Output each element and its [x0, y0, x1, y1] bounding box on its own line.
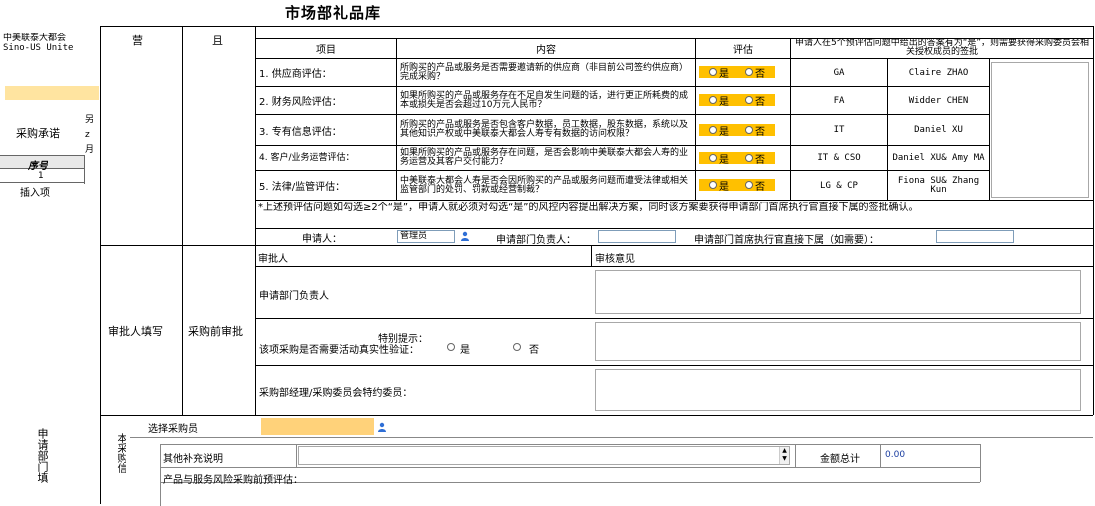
risk-label: 产品与服务风险采购前预评估： — [163, 475, 303, 486]
opinion-head: 审核意见 — [595, 254, 635, 265]
eval-radio-1[interactable]: 是 否 — [699, 66, 775, 80]
item-5: 5. 法律/监管评估： — [259, 182, 346, 193]
content-1: 所购买的产品或服务是否需要邀请新的供应商（非目前公司签约供应商）完成采购？ — [400, 62, 689, 82]
name-2: Widder CHEN — [908, 95, 969, 106]
content-5: 中美联泰大都会人寿是否会因所购买的产品或服务问题而遭受法律或相关监管部门的处罚、… — [400, 175, 689, 195]
tip-question: 该项采购是否需要活动真实性验证： — [259, 345, 419, 356]
name-3: Daniel XU — [914, 125, 963, 135]
left-yellow-field[interactable] — [5, 86, 99, 100]
dept-head-label: 申请部门负责人： — [496, 235, 576, 246]
ceo-report-label: 申请部门首席执行官直接下属（如需要）： — [694, 235, 879, 246]
name-1: Claire ZHAO — [908, 67, 969, 78]
approval-left-label: 审批人填写 — [108, 325, 163, 338]
radio-yes-1[interactable] — [709, 68, 717, 76]
eval-radio-5[interactable]: 是 否 — [699, 179, 775, 193]
col-header-note: 申请人在5个预评估问题中给出的答案有为“是”，则需要获得采购委员会相关授权成员的… — [794, 38, 1090, 57]
side-char-1: 另 — [85, 115, 95, 125]
company-name-cn: 中美联泰大都会 — [3, 33, 67, 43]
item-2: 2. 财务风险评估： — [259, 97, 342, 108]
opinion-dept-head[interactable] — [595, 270, 1081, 314]
radio-yes-2[interactable] — [709, 96, 717, 104]
item-4: 4. 客户/业务运营评估： — [259, 153, 355, 163]
other-textarea[interactable]: ▲ ▼ — [298, 446, 790, 465]
section-label-purchase: 采购承诺 — [16, 127, 60, 140]
tip-yes-label: 是 — [460, 345, 470, 356]
col-header-eval: 评估 — [733, 45, 753, 56]
radio-yes-4[interactable] — [709, 154, 717, 162]
radio-yes-5[interactable] — [709, 181, 717, 189]
bottom-side-label-2: 本采购信 — [115, 433, 126, 473]
content-3: 所购买的产品或服务是否包含客户数据，员工数据，股东数据，系统以及其他知识产权或中… — [400, 120, 689, 139]
approval-row-purchase-mgr: 采购部经理/采购委员会特约委员： — [259, 388, 413, 399]
dept-2: FA — [833, 95, 845, 106]
buyer-label: 选择采购员 — [148, 424, 198, 435]
total-label: 金额总计 — [820, 454, 860, 465]
item-1: 1. 供应商评估： — [259, 69, 332, 80]
approval-row-dept-head: 申请部门负责人 — [259, 291, 329, 302]
dept-4: IT & CSO — [817, 153, 861, 163]
name-4: Daniel XU& Amy MA — [892, 152, 985, 163]
tip-radio-yes[interactable] — [447, 343, 455, 351]
side-char-2: z — [85, 130, 90, 140]
total-value: 0.00 — [885, 450, 906, 460]
radio-yes-3[interactable] — [709, 126, 717, 134]
opinion-purchase-mgr[interactable] — [595, 369, 1081, 411]
radio-no-1[interactable] — [745, 68, 753, 76]
content-4: 如果所购买的产品或服务存在问题，是否会影响中美联泰大都会人寿的业务运营及其客户交… — [400, 148, 689, 167]
insert-row-link[interactable]: 插入项 — [20, 184, 50, 199]
assessment-footnote: *上述预评估问题如勾选≥2个“是”，申请人就必须对勾选“是”的风控内容提出解决方… — [258, 202, 919, 213]
applicant-input[interactable]: 管理员 — [397, 230, 455, 243]
authorized-signature-box[interactable] — [991, 62, 1089, 198]
col-header-item: 项目 — [316, 45, 336, 56]
item-3: 3. 专有信息评估： — [259, 126, 342, 138]
select-buyer-icon[interactable] — [377, 422, 387, 432]
col-header-content: 内容 — [536, 45, 556, 56]
select-person-icon[interactable] — [460, 231, 470, 241]
name-5: Fiona SU& Zhang Kun — [897, 175, 980, 195]
tip-no-label: 否 — [529, 345, 539, 356]
dept-1: GA — [833, 67, 845, 78]
tip-radio-no[interactable] — [513, 343, 521, 351]
radio-no-3[interactable] — [745, 126, 753, 134]
opinion-special-tip[interactable] — [595, 322, 1081, 361]
eval-radio-2[interactable]: 是 否 — [699, 94, 775, 108]
row-number: 1 — [38, 171, 44, 181]
content-2: 如果所购买的产品或服务存在不足自发生问题的话，进行更正所耗费的成本或损失是否会超… — [400, 90, 689, 110]
page-title: 市场部礼品库 — [285, 4, 382, 22]
eval-radio-3[interactable]: 是 否 — [699, 124, 775, 138]
header-col-a: 营 — [132, 34, 143, 47]
company-name-en: Sino-US Unite — [3, 43, 74, 53]
side-char-3: 月 — [85, 145, 95, 155]
eval-radio-4[interactable]: 是 否 — [699, 152, 775, 166]
radio-no-4[interactable] — [745, 154, 753, 162]
header-col-b: 且 — [212, 34, 223, 47]
radio-no-5[interactable] — [745, 181, 753, 189]
approval-mid-label: 采购前审批 — [188, 325, 243, 338]
radio-no-2[interactable] — [745, 96, 753, 104]
dept-head-input[interactable] — [598, 230, 676, 243]
scrollbar[interactable]: ▲ ▼ — [779, 447, 789, 464]
buyer-input[interactable] — [261, 418, 374, 435]
ceo-report-input[interactable] — [936, 230, 1014, 243]
dept-3: IT — [833, 125, 845, 135]
dept-5: LG & CP — [820, 180, 858, 191]
bottom-side-label: 申请部门填 — [36, 428, 48, 483]
applicant-label: 申请人： — [302, 234, 342, 245]
approver-head: 审批人 — [258, 254, 288, 265]
other-label: 其他补充说明 — [163, 454, 223, 465]
